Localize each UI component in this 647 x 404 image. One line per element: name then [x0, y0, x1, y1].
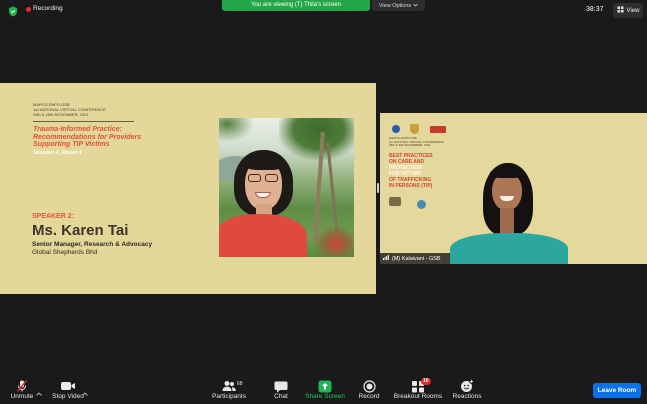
participant-name-label: (M) Kalaivani - GSB [380, 253, 450, 264]
palm-fronds [279, 118, 354, 160]
slide-title-line: Recommendations for Providers [33, 133, 142, 141]
background-conference-info: MAPCG-PAPO-GSB 1st NATIONAL VIRTUAL CONF… [389, 136, 444, 148]
speaker-photo [219, 118, 354, 257]
view-options-label: View Options [378, 2, 412, 9]
participants-label: Participants [212, 393, 246, 400]
viewing-banner-text: You are viewing (T) Thila's screen [251, 2, 341, 8]
speaker-title: Senior Manager, Research & Advocacy [32, 241, 153, 248]
leave-room-button[interactable]: Leave Room [593, 383, 641, 398]
palm-fronds-left [219, 118, 254, 142]
unmute-label: Unmute [10, 393, 34, 400]
speaker-name: Ms. Karen Tai [32, 222, 129, 239]
breakout-rooms-badge: 10 [421, 378, 431, 385]
camera-icon [60, 379, 76, 393]
meeting-timer: 38:37 [586, 6, 604, 13]
view-options-button[interactable]: View Options [372, 0, 425, 11]
grid-icon [616, 6, 624, 15]
speaker-organization: Global Shepherds Bhd [32, 249, 98, 256]
recording-dot-icon [26, 7, 31, 12]
hair-bangs [243, 156, 284, 170]
partner-logo-icon [389, 197, 401, 206]
participants-icon [221, 379, 237, 393]
mic-muted-icon [15, 379, 29, 393]
signal-bars-icon [383, 255, 389, 262]
teal-shirt [450, 233, 568, 264]
reactions-label: Reactions [452, 393, 482, 400]
chevron-up-icon[interactable] [82, 383, 88, 401]
chevron-down-icon [413, 3, 418, 9]
shared-screen[interactable]: MAPCG-PAPO-GSB 1st NATIONAL VIRTUAL CONF… [0, 83, 376, 294]
red-shirt [219, 214, 307, 257]
conference-line: 1st NATIONAL VIRTUAL CONFERENCE [33, 106, 106, 112]
participant-video-tile[interactable]: MAPCG-PAPO-GSB 1st NATIONAL VIRTUAL CONF… [380, 113, 647, 264]
conference-info: MAPCG-PAPO-GSB 1st NATIONAL VIRTUAL CONF… [33, 102, 106, 117]
glasses-left [248, 174, 261, 182]
participant-neck [500, 208, 514, 236]
background-title-line: IN PERSONS (TIP) [389, 183, 433, 189]
reactions-button[interactable]: Reactions [437, 379, 497, 402]
breakout-rooms-label: Breakout Rooms [393, 393, 443, 400]
participant-name: (M) Kalaivani - GSB [392, 255, 441, 262]
participant-face [492, 173, 522, 211]
share-screen-icon [318, 379, 332, 393]
record-icon [362, 379, 376, 393]
slide-title-line: Supporting TIP Victims [33, 141, 110, 148]
partner-logo-icon [417, 200, 426, 209]
view-button-label: View [626, 7, 640, 14]
background-title: BEST PRACTICES ON CARE AND PROTECTION FO… [389, 153, 433, 189]
record-label: Record [358, 393, 380, 400]
participants-button[interactable]: Participants [199, 379, 259, 402]
divider [33, 121, 134, 122]
shepherds-logo-icon [430, 126, 446, 133]
crest-logo-icon [410, 124, 419, 134]
chat-icon [274, 379, 288, 393]
top-bar: Recording You are viewing (T) Thila's sc… [0, 0, 647, 22]
leave-room-label: Leave Room [597, 387, 637, 394]
view-button[interactable]: View [613, 3, 643, 18]
slide-title-line: Trauma-Informed Practice: [33, 126, 122, 133]
viewing-banner: You are viewing (T) Thila's screen [222, 0, 370, 11]
reactions-icon [460, 379, 474, 393]
shield-icon[interactable] [8, 4, 18, 22]
chat-label: Chat [274, 393, 288, 400]
stop-video-label: Stop Video [52, 393, 84, 400]
conference-line: 25th & 26th NOVEMBER, 2021 [389, 143, 431, 147]
session-label: Session 2, Room 1 [33, 150, 82, 156]
glasses-right [265, 174, 278, 182]
participant-hair-part [490, 168, 524, 178]
blue-logo-icon [391, 124, 401, 134]
stop-video-button[interactable]: Stop Video [38, 379, 98, 402]
slide-title: Trauma-Informed Practice: Recommendation… [33, 126, 141, 149]
conference-line: 25th & 26th NOVEMBER, 2021 [33, 111, 89, 117]
recording-label: Recording [33, 5, 63, 12]
flower-bush [315, 226, 354, 256]
participants-count: 68 [237, 381, 243, 387]
splitter-handle[interactable] [377, 183, 379, 193]
speaker-label: SPEAKER 2: [32, 213, 75, 220]
